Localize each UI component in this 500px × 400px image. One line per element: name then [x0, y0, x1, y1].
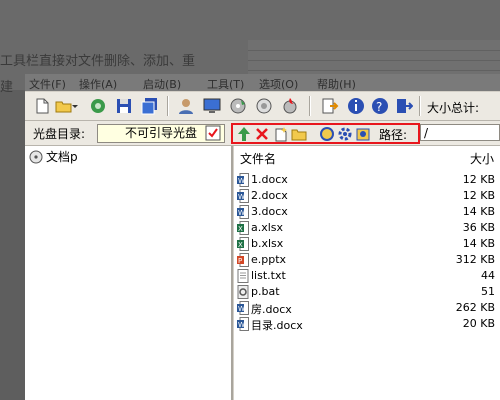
folder-tree: 文档p [25, 146, 233, 400]
refresh-disc-icon[interactable] [89, 97, 107, 115]
word-file-icon: W [237, 317, 249, 331]
file-name: 目录.docx [251, 319, 303, 332]
file-size: 312 KB [455, 253, 495, 266]
disc-icon [29, 150, 43, 164]
disc-settings-icon[interactable] [255, 97, 273, 115]
toolbar-separator [309, 96, 311, 116]
monitor-icon[interactable] [203, 97, 221, 115]
text-file-icon [237, 269, 249, 283]
svg-text:?: ? [376, 100, 382, 114]
file-size: 44 [481, 269, 495, 282]
toolbar-separator [167, 96, 169, 116]
file-list: 文件名 大小 W 1.docx 12 KB W 2.docx 12 KB W 3.docx 14… [234, 146, 500, 400]
file-row[interactable]: Xa.xlsx 36 KB [234, 220, 500, 236]
exit-icon[interactable] [395, 97, 413, 115]
up-arrow-icon[interactable] [237, 126, 251, 142]
file-size: 262 KB [455, 301, 495, 314]
file-size: 51 [481, 285, 495, 298]
file-name: 2.docx [251, 189, 288, 202]
svg-text:W: W [238, 209, 245, 217]
help-icon[interactable]: ? [371, 97, 389, 115]
batch-file-icon [237, 285, 249, 299]
save-icon[interactable] [115, 97, 133, 115]
file-size: 20 KB [462, 317, 495, 330]
file-row[interactable]: list.txt 44 [234, 268, 500, 284]
tree-root-item[interactable]: 文档p [29, 148, 149, 164]
user-icon[interactable] [177, 97, 195, 115]
file-name: p.bat [251, 285, 280, 298]
file-size: 14 KB [462, 237, 495, 250]
svg-text:W: W [238, 321, 245, 329]
disc-toolbar: 光盘目录: 不可引导光盘 路径: / [25, 121, 500, 146]
file-size: 14 KB [462, 205, 495, 218]
file-size: 12 KB [462, 173, 495, 186]
background-text-line-2: 建 [0, 80, 14, 95]
new-file-icon[interactable] [273, 126, 289, 142]
burn-disc-icon[interactable] [229, 97, 247, 115]
file-row[interactable]: W 房.docx 262 KB [234, 300, 500, 316]
file-size: 36 KB [462, 221, 495, 234]
svg-text:X: X [238, 225, 243, 233]
properties-icon[interactable] [355, 126, 371, 142]
menu-options[interactable]: 选项(O) [259, 76, 298, 92]
file-size: 12 KB [462, 189, 495, 202]
svg-text:W: W [238, 305, 245, 313]
column-header-size[interactable]: 大小 [470, 150, 494, 167]
chevron-down-icon[interactable] [71, 97, 79, 115]
menu-tools[interactable]: 工具(T) [207, 76, 244, 92]
menu-help[interactable]: 帮助(H) [317, 76, 356, 92]
toolbar-separator [419, 96, 421, 116]
excel-file-icon: X [237, 237, 249, 251]
file-row[interactable]: W 3.docx 14 KB [234, 204, 500, 220]
file-name: 3.docx [251, 205, 288, 218]
svg-text:X: X [238, 241, 243, 249]
file-name: 1.docx [251, 173, 288, 186]
menu-boot[interactable]: 启动(B) [143, 76, 181, 92]
word-file-icon: W [237, 173, 249, 187]
file-row[interactable]: W 目录.docx 20 KB [234, 316, 500, 332]
gear-icon[interactable] [337, 126, 353, 142]
file-row[interactable]: Xb.xlsx 14 KB [234, 236, 500, 252]
svg-text:W: W [238, 177, 245, 185]
excel-file-icon: X [237, 221, 249, 235]
svg-text:W: W [238, 193, 245, 201]
info-icon[interactable] [347, 97, 365, 115]
ppt-file-icon: P [237, 253, 249, 267]
disc-directory-label: 光盘目录: [33, 127, 86, 141]
file-row[interactable]: Pe.pptx 312 KB [234, 252, 500, 268]
checklist-icon[interactable] [205, 125, 221, 141]
refresh-icon[interactable] [319, 126, 335, 142]
burn-icon[interactable] [281, 97, 299, 115]
file-name: 房.docx [251, 303, 292, 316]
background-text-line-1: 工具栏直接对文件删除、添加、重 [0, 54, 196, 69]
main-toolbar: ? 大小总计: [25, 92, 500, 121]
path-label: 路径: [379, 128, 408, 142]
file-name: a.xlsx [251, 221, 284, 234]
column-header-name[interactable]: 文件名 [240, 150, 276, 167]
highlighted-file-actions: 路径: [231, 123, 420, 144]
file-row[interactable]: p.bat 51 [234, 284, 500, 300]
word-file-icon: W [237, 301, 249, 315]
delete-icon[interactable] [255, 127, 269, 141]
tree-root-label: 文档p [46, 150, 78, 164]
file-name: list.txt [251, 269, 286, 282]
export-icon[interactable] [321, 97, 339, 115]
app-window: 文件(F) 操作(A) 启动(B) 工具(T) 选项(O) 帮助(H) ? 大小… [25, 74, 500, 400]
new-file-icon[interactable] [33, 97, 51, 115]
size-total-label: 大小总计: [427, 101, 480, 115]
new-folder-icon[interactable] [291, 127, 307, 141]
file-name: b.xlsx [251, 237, 284, 250]
file-row[interactable]: W 1.docx 12 KB [234, 172, 500, 188]
file-row[interactable]: W 2.docx 12 KB [234, 188, 500, 204]
menu-file[interactable]: 文件(F) [29, 76, 66, 92]
menu-action[interactable]: 操作(A) [79, 76, 117, 92]
menu-bar: 文件(F) 操作(A) 启动(B) 工具(T) 选项(O) 帮助(H) [25, 74, 500, 91]
path-input[interactable]: / [420, 124, 500, 141]
word-file-icon: W [237, 205, 249, 219]
save-as-icon[interactable] [141, 97, 159, 115]
word-file-icon: W [237, 189, 249, 203]
file-name: e.pptx [251, 253, 287, 266]
svg-text:P: P [238, 257, 242, 265]
